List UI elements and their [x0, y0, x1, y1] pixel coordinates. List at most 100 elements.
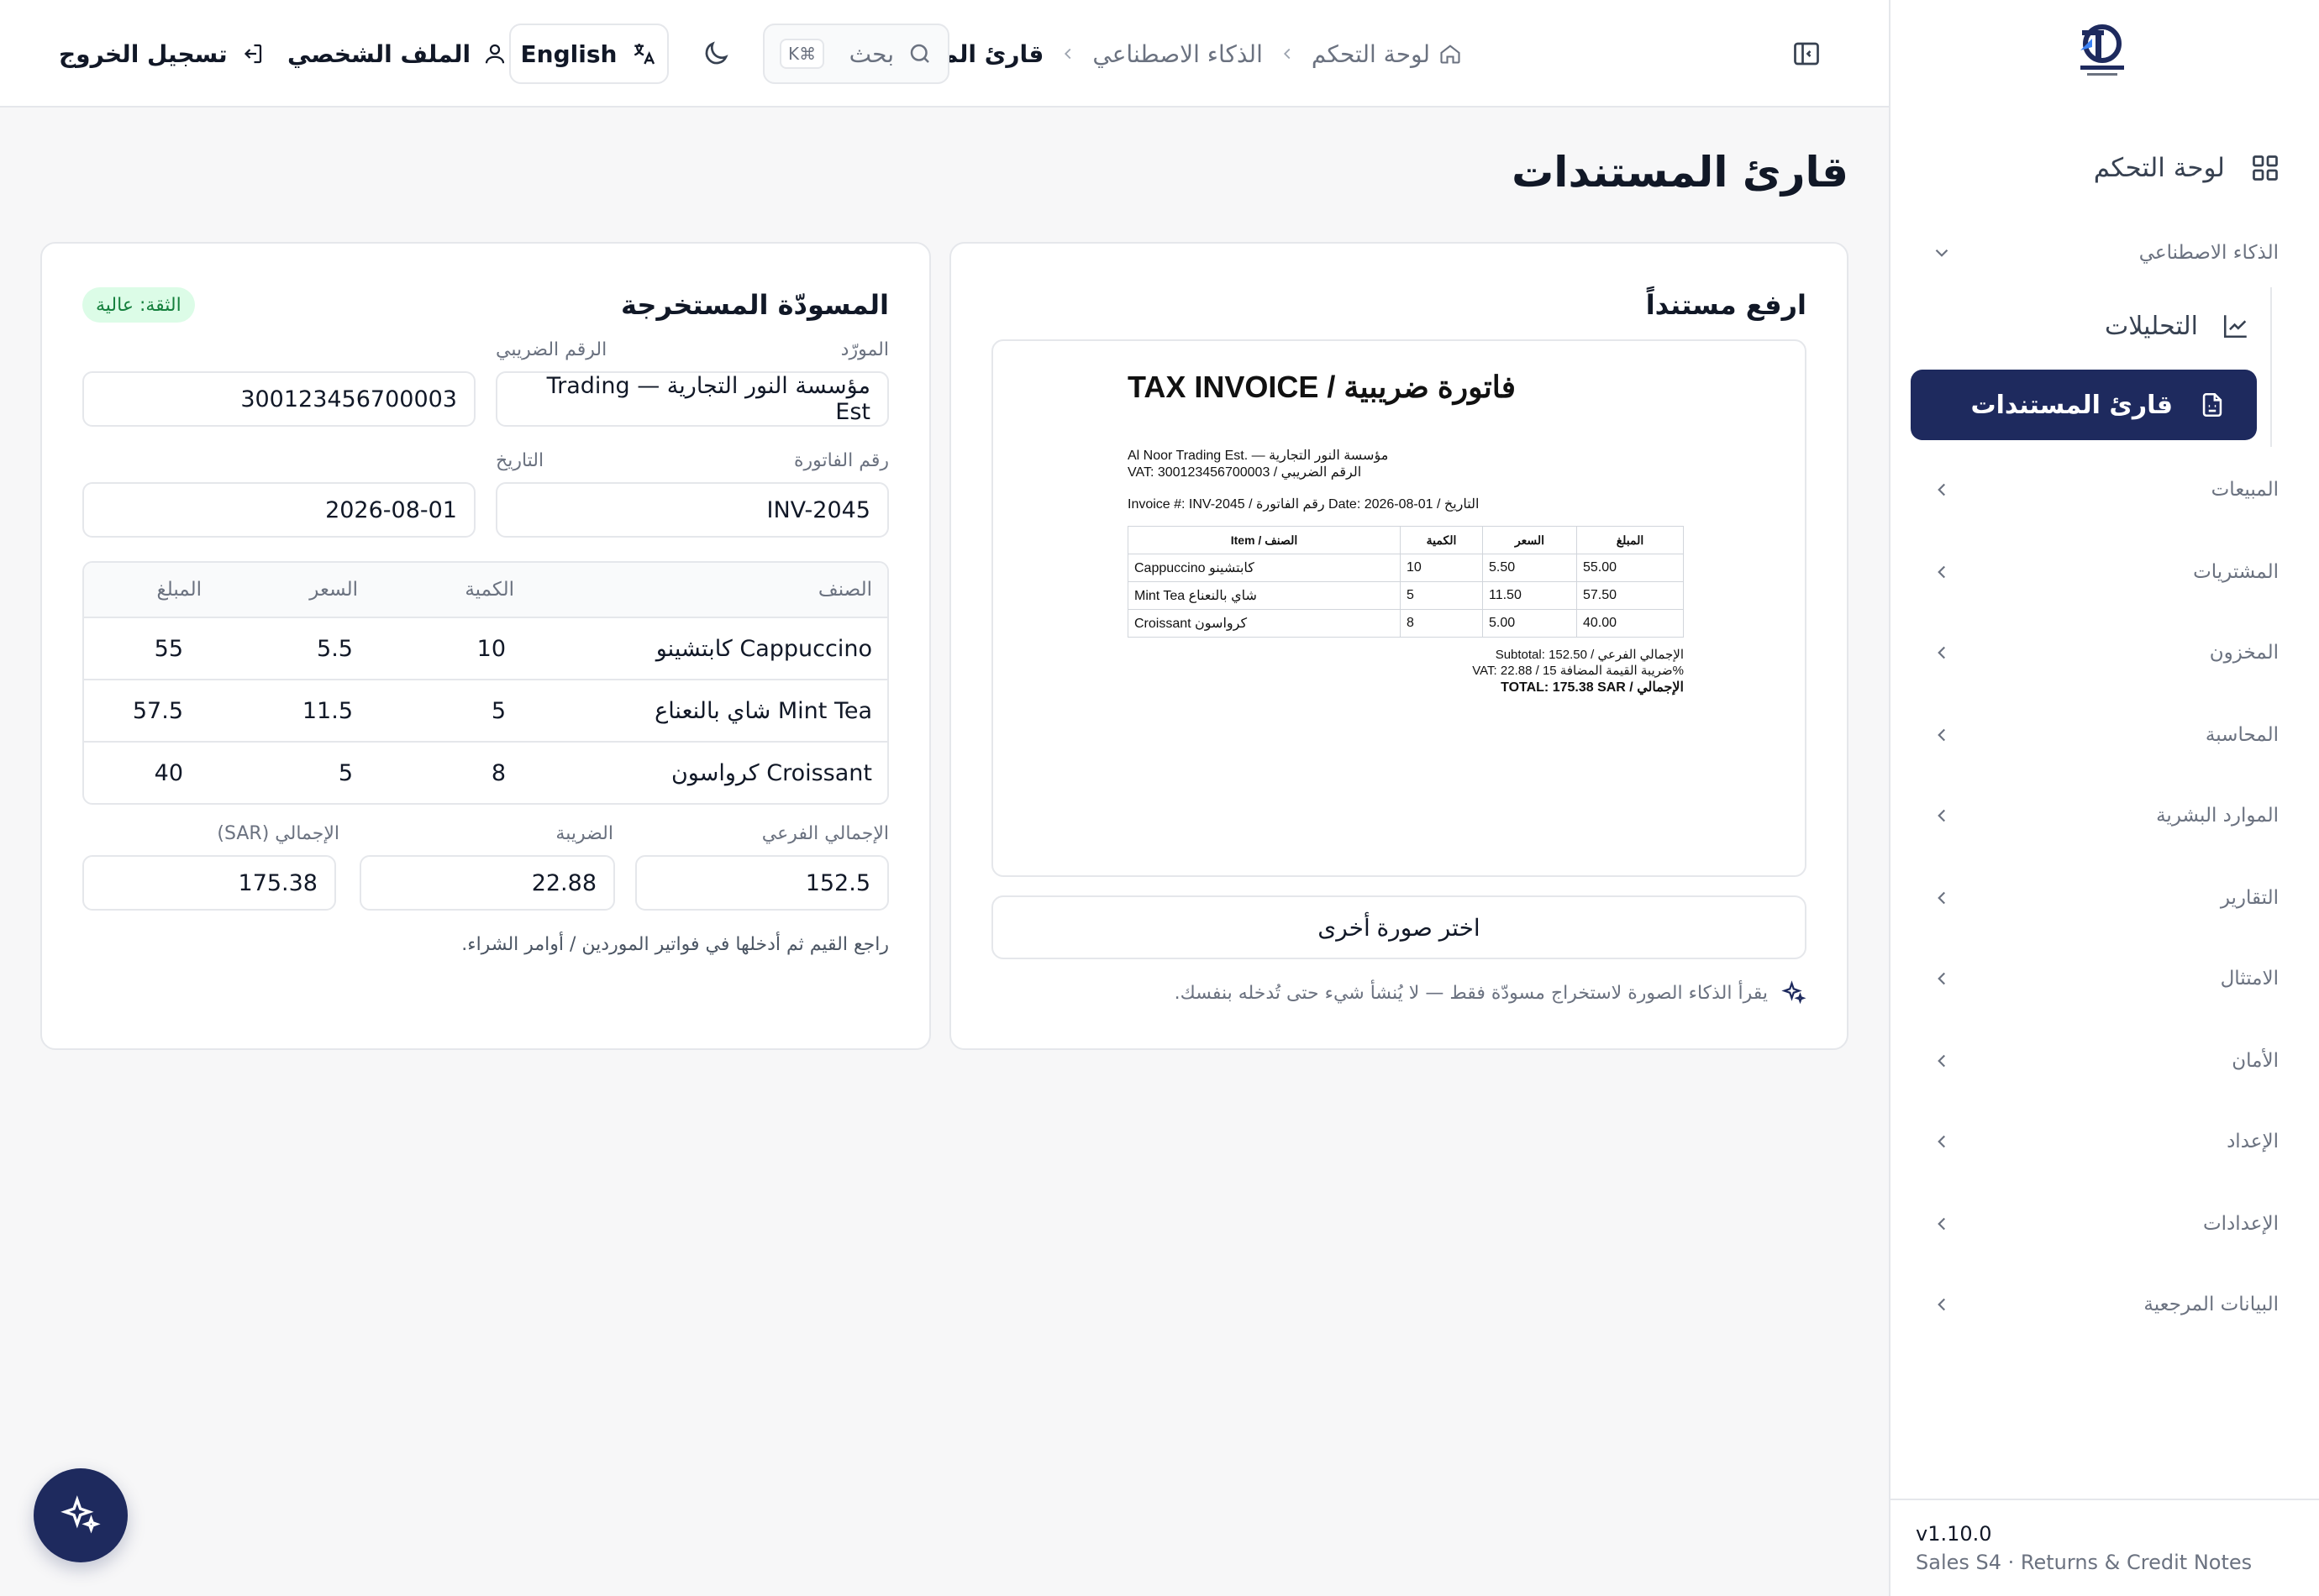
tax-amount-field[interactable]: 22.88 [360, 855, 615, 911]
upload-card-title: ارفع مستنداً [1645, 289, 1806, 321]
sidebar-section-ai[interactable]: الذكاء الاصطناعي [1931, 232, 2279, 274]
sidebar-item-dashboard[interactable]: لوحة التحكم [2094, 143, 2280, 193]
invoice-image-totals: Subtotal: 152.50 / الإجمالي الفرعي VAT: … [1472, 647, 1684, 695]
release-name: Sales S4 · Returns & Credit Notes [1916, 1551, 2253, 1574]
ai-disclaimer: يقرأ الذكاء الصورة لاستخراج مسودّة فقط —… [1175, 976, 1806, 1010]
profile-link[interactable]: الملف الشخصي [287, 34, 507, 74]
document-preview: TAX INVOICE / فاتورة ضريبية Al Noor Trad… [991, 339, 1806, 877]
chevron-left-icon [1931, 1131, 1953, 1152]
invoice-number-field[interactable]: INV-2045 [496, 482, 889, 538]
sidebar-item-analytics[interactable]: التحليلات [2105, 302, 2250, 349]
document-scan-icon [2198, 391, 2227, 419]
item-cell: Cappuccino كابتشينو [655, 635, 872, 662]
sidebar-toggle-icon[interactable] [1791, 39, 1822, 69]
sidebar-item-label: التحليلات [2104, 311, 2198, 341]
sidebar-section-label: الذكاء الاصطناعي [2138, 242, 2279, 264]
logout-label: تسجيل الخروج [59, 39, 228, 68]
table-row[interactable]: Croissant كرواسون 8 5 40 [84, 741, 887, 803]
sidebar-section-label: البيانات المرجعية [2143, 1294, 2279, 1315]
sidebar-section-label: الموارد البشرية [2156, 805, 2279, 827]
invoice-image-cell: 5.00 [1482, 609, 1577, 638]
item-cell: Croissant كرواسون [670, 759, 872, 786]
sidebar-section-reports[interactable]: التقارير [1931, 877, 2279, 919]
total-label: الإجمالي (SAR) [217, 823, 339, 844]
date-label: التاريخ [496, 450, 544, 471]
breadcrumb-label: الذكاء الاصطناعي [1092, 39, 1263, 68]
logout-button[interactable]: تسجيل الخروج [59, 34, 265, 74]
language-button[interactable]: English [509, 24, 669, 84]
invoice-image-cell: 55.00 [1576, 554, 1684, 582]
sidebar-section-purchases[interactable]: المشتريات [1931, 551, 2279, 593]
chevron-left-icon [1931, 1050, 1953, 1072]
submenu-divider [2270, 287, 2272, 447]
chevron-left-icon [1931, 561, 1953, 583]
subtotal-field[interactable]: 152.5 [635, 855, 889, 911]
invoice-image-cell: Cappuccino كابتشينو [1128, 554, 1401, 582]
total-field[interactable]: 175.38 [82, 855, 336, 911]
amount-cell: 57.5 [132, 697, 183, 724]
invoice-image-row: Mint Tea شاي بالنعناع 5 11.50 57.50 [1128, 581, 1684, 610]
sidebar-section-hr[interactable]: الموارد البشرية [1931, 795, 2279, 837]
home-icon [1438, 42, 1462, 66]
breadcrumb-ai[interactable]: الذكاء الاصطناعي [1092, 40, 1262, 68]
invoice-image-header: الكمية [1400, 526, 1483, 554]
ai-assistant-button[interactable] [34, 1468, 128, 1562]
invoice-image-cell: Mint Tea شاي بالنعناع [1128, 581, 1401, 610]
dubai-tech-logo[interactable] [2077, 22, 2127, 82]
grid-icon [2250, 153, 2280, 183]
extracted-draft-card: المسودّة المستخرجة الثقة: عالية المورّد … [40, 242, 931, 1050]
draft-card-title: المسودّة المستخرجة [620, 289, 889, 321]
sidebar-section-label: المبيعات [2211, 479, 2279, 501]
search-input[interactable]: بحث ⌘K [763, 24, 949, 84]
qty-cell: 8 [491, 759, 506, 786]
date-field[interactable]: 2026-08-01 [82, 482, 476, 538]
invoice-image-cell: 5.50 [1482, 554, 1577, 582]
user-icon [482, 41, 507, 66]
price-cell: 5 [338, 759, 353, 786]
column-header-price: السعر [309, 579, 358, 601]
invoice-image-cell: 57.50 [1576, 581, 1684, 610]
chevron-left-icon [1059, 45, 1077, 63]
invoice-image-vat: VAT: 300123456700003 / الرقم الضريبي [1128, 465, 1362, 480]
sidebar-item-document-reader[interactable]: قارئ المستندات [1911, 370, 2257, 440]
subtotal-label: الإجمالي الفرعي [761, 823, 889, 844]
invoice-image-total: TOTAL: 175.38 SAR / الإجمالي [1501, 680, 1684, 695]
sidebar-section-master-data[interactable]: البيانات المرجعية [1931, 1284, 2279, 1326]
logout-icon [239, 41, 265, 66]
chevron-left-icon [1931, 724, 1953, 746]
chevron-left-icon [1931, 1213, 1953, 1235]
table-row[interactable]: Mint Tea شاي بالنعناع 5 11.5 57.5 [84, 679, 887, 741]
sidebar-section-compliance[interactable]: الامتثال [1931, 958, 2279, 1000]
upload-card: ارفع مستنداً TAX INVOICE / فاتورة ضريبية… [949, 242, 1848, 1050]
sidebar-section-settings[interactable]: الإعدادات [1931, 1203, 2279, 1245]
sidebar: لوحة التحكم الذكاء الاصطناعي التحليلات ق… [1889, 0, 2319, 1596]
tax-number-field[interactable]: 300123456700003 [82, 371, 476, 427]
sidebar-section-security[interactable]: الأمان [1931, 1040, 2279, 1082]
price-cell: 11.5 [302, 697, 353, 724]
invoice-image-vat-line: VAT: 22.88 / ضريبة القيمة المضافة 15% [1472, 664, 1684, 678]
sidebar-section-setup[interactable]: الإعداد [1931, 1121, 2279, 1163]
moon-icon[interactable] [701, 39, 731, 69]
sidebar-section-sales[interactable]: المبيعات [1931, 469, 2279, 511]
invoice-image-title: TAX INVOICE / فاتورة ضريبية [1128, 370, 1516, 404]
ai-disclaimer-text: يقرأ الذكاء الصورة لاستخراج مسودّة فقط —… [1174, 982, 1768, 1004]
invoice-image-table: Item / الصنف الكمية السعر المبلغ Cappucc… [1128, 526, 1684, 638]
sidebar-section-accounting[interactable]: المحاسبة [1931, 714, 2279, 756]
chevron-down-icon [1931, 242, 1953, 264]
confidence-badge: الثقة: عالية [82, 287, 195, 323]
sidebar-section-label: الإعداد [2227, 1131, 2279, 1152]
search-shortcut: ⌘K [780, 39, 825, 69]
chevron-left-icon [1931, 1294, 1953, 1315]
supplier-field[interactable]: مؤسسة النور التجارية — Trading Est [496, 371, 889, 427]
review-hint: راجع القيم ثم أدخلها في فواتير الموردين … [461, 934, 889, 955]
choose-another-image-button[interactable]: اختر صورة أخرى [991, 895, 1806, 959]
amount-cell: 55 [154, 635, 183, 662]
breadcrumb-label: لوحة التحكم [1311, 39, 1430, 68]
table-row[interactable]: Cappuccino كابتشينو 10 5.5 55 [84, 617, 887, 679]
tax-amount-label: الضريبة [555, 823, 613, 844]
language-label: English [520, 39, 618, 68]
breadcrumb-home[interactable]: لوحة التحكم [1312, 40, 1462, 68]
chevron-left-icon [1931, 805, 1953, 827]
sidebar-section-label: الامتثال [2220, 968, 2279, 990]
sidebar-section-inventory[interactable]: المخزون [1931, 632, 2279, 674]
